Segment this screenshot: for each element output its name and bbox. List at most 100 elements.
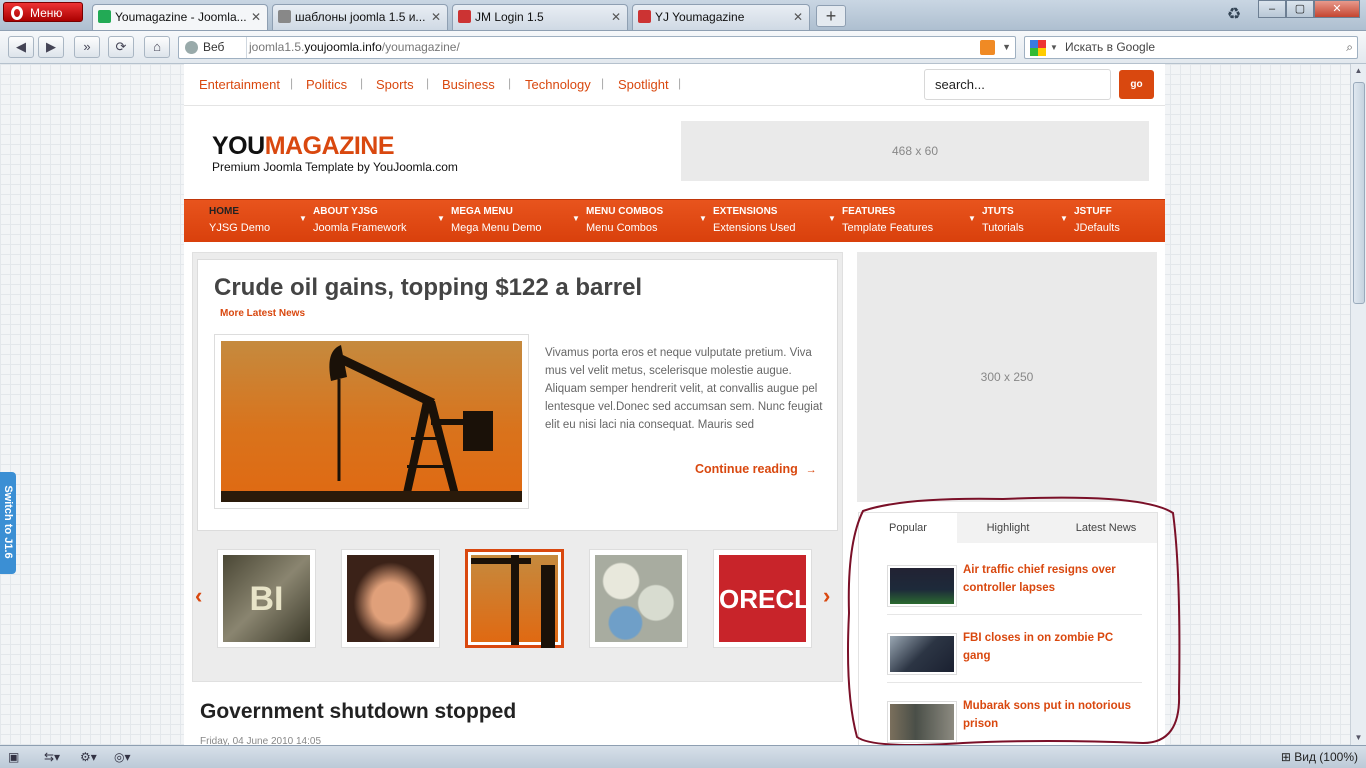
sync-icon[interactable]: ⇆▾ bbox=[44, 749, 60, 765]
tabs-header: Popular Highlight Latest News bbox=[859, 513, 1157, 543]
tab-title: Youmagazine - Joomla... bbox=[115, 10, 247, 24]
tab-title: YJ Youmagazine bbox=[655, 10, 745, 24]
dropdown-arrow-icon: ▼ bbox=[699, 214, 707, 223]
toplink-sports[interactable]: Sports bbox=[376, 77, 414, 92]
dropdown-arrow-icon: ▼ bbox=[1060, 214, 1068, 223]
zoom-level[interactable]: ⊞ Вид (100%) bbox=[1281, 749, 1358, 765]
tab-latest-news[interactable]: Latest News bbox=[1057, 513, 1155, 543]
banner-ad-468[interactable]: 468 x 60 bbox=[681, 121, 1149, 181]
continue-reading-link[interactable]: Continue reading → bbox=[695, 462, 817, 476]
tab-popular[interactable]: Popular bbox=[859, 513, 957, 543]
forward-button[interactable]: ▶ bbox=[38, 36, 64, 58]
opera-menu-button[interactable]: Меню bbox=[3, 2, 83, 22]
arrow-right-icon: → bbox=[805, 464, 817, 476]
site-search-input[interactable]: search... bbox=[924, 69, 1111, 100]
browser-tab-bar: Меню Youmagazine - Joomla... ✕ шаблоны j… bbox=[0, 0, 1366, 31]
search-placeholder: Искать в Google bbox=[1065, 40, 1156, 54]
new-tab-button[interactable]: + bbox=[816, 5, 846, 27]
back-button[interactable]: ◀ bbox=[8, 36, 34, 58]
slider-thumb-oil[interactable] bbox=[465, 549, 564, 648]
panel-toggle-icon[interactable]: ▣ bbox=[8, 749, 19, 765]
slider-thumb-fbi[interactable]: BI bbox=[217, 549, 316, 648]
close-tab-icon[interactable]: ✕ bbox=[251, 5, 261, 29]
featured-category[interactable]: More Latest News bbox=[220, 308, 305, 319]
browser-tab-3[interactable]: JM Login 1.5 ✕ bbox=[452, 4, 628, 30]
page-viewport: Entertainment | Politics | Sports | Busi… bbox=[0, 64, 1350, 745]
status-bar: ▣ ⇆▾ ⚙▾ ◎▾ ⊞ Вид (100%) bbox=[0, 745, 1366, 768]
browser-tab-4[interactable]: YJ Youmagazine ✕ bbox=[632, 4, 810, 30]
slider-thumb-pills[interactable] bbox=[589, 549, 688, 648]
toplink-spotlight[interactable]: Spotlight bbox=[618, 77, 669, 92]
toplink-entertainment[interactable]: Entertainment bbox=[199, 77, 280, 92]
featured-slider: Crude oil gains, topping $122 a barrel M… bbox=[192, 252, 843, 682]
tab-title: шаблоны joomla 1.5 и... bbox=[295, 10, 426, 24]
close-tab-icon[interactable]: ✕ bbox=[431, 5, 441, 29]
tab-title: JM Login 1.5 bbox=[475, 10, 544, 24]
news-title[interactable]: Air traffic chief resigns over controlle… bbox=[963, 561, 1141, 597]
dropdown-arrow-icon: ▼ bbox=[299, 214, 307, 223]
oil-pump-illustration bbox=[221, 345, 522, 502]
browser-tab-1[interactable]: Youmagazine - Joomla... ✕ bbox=[92, 4, 268, 30]
scroll-thumb[interactable] bbox=[1353, 82, 1365, 304]
slider-prev-icon[interactable]: ‹ bbox=[195, 583, 202, 609]
search-go-button[interactable]: go bbox=[1119, 70, 1154, 99]
trash-icon[interactable]: ♻ bbox=[1224, 4, 1244, 26]
site-tagline: Premium Joomla Template by YouJoomla.com bbox=[212, 160, 458, 174]
page-favicon-icon bbox=[458, 10, 471, 23]
chevron-down-icon[interactable]: ▼ bbox=[1002, 37, 1011, 58]
slider-thumb-foreclosure[interactable]: ORECLO bbox=[713, 549, 812, 648]
home-button[interactable]: ⌂ bbox=[144, 36, 170, 58]
turbo-icon[interactable]: ◎▾ bbox=[114, 749, 131, 765]
popular-item[interactable]: Mubarak sons put in notorious prison bbox=[887, 693, 1142, 745]
slider-next-icon[interactable]: › bbox=[823, 583, 830, 609]
switch-version-tab[interactable]: Switch to J1.6 bbox=[0, 472, 16, 574]
featured-title[interactable]: Crude oil gains, topping $122 a barrel bbox=[214, 274, 642, 302]
site-logo[interactable]: YOUMAGAZINE bbox=[212, 132, 395, 161]
chevron-down-icon[interactable]: ▼ bbox=[1050, 37, 1058, 58]
article-date: Friday, 04 June 2010 14:05 bbox=[200, 736, 322, 745]
slider-thumb-woman[interactable] bbox=[341, 549, 440, 648]
browser-nav-bar: ◀ ▶ » ⟳ ⌂ Веб joomla1.5.youjoomla.info/y… bbox=[0, 31, 1366, 64]
globe-icon bbox=[185, 41, 198, 54]
page-favicon-icon bbox=[638, 10, 651, 23]
news-title[interactable]: Mubarak sons put in notorious prison bbox=[963, 697, 1141, 733]
web-badge: Веб bbox=[183, 37, 247, 58]
fast-forward-button[interactable]: » bbox=[74, 36, 100, 58]
dropdown-arrow-icon: ▼ bbox=[437, 214, 445, 223]
url-text: joomla1.5.youjoomla.info/youmagazine/ bbox=[249, 40, 460, 54]
rss-icon[interactable] bbox=[980, 40, 995, 55]
opera-logo-icon bbox=[11, 6, 23, 20]
page-favicon-icon bbox=[278, 10, 291, 23]
top-navigation: Entertainment | Politics | Sports | Busi… bbox=[184, 64, 1165, 106]
browser-search-field[interactable]: ▼ Искать в Google ⌕ bbox=[1024, 36, 1358, 59]
reload-button[interactable]: ⟳ bbox=[108, 36, 134, 58]
tab-highlight[interactable]: Highlight bbox=[959, 513, 1057, 543]
featured-excerpt: Vivamus porta eros et neque vulputate pr… bbox=[545, 347, 823, 431]
banner-ad-300[interactable]: 300 x 250 bbox=[857, 252, 1157, 502]
zoom-icon: ⊞ bbox=[1280, 750, 1295, 764]
featured-image[interactable] bbox=[214, 334, 529, 509]
close-tab-icon[interactable]: ✕ bbox=[611, 5, 621, 29]
google-icon bbox=[1030, 40, 1046, 56]
browser-tab-2[interactable]: шаблоны joomla 1.5 и... ✕ bbox=[272, 4, 448, 30]
popular-item[interactable]: FBI closes in on zombie PC gang bbox=[887, 625, 1142, 683]
close-window-button[interactable]: ✕ bbox=[1314, 0, 1360, 18]
news-thumbnail bbox=[887, 701, 957, 743]
article-title[interactable]: Government shutdown stopped bbox=[200, 700, 516, 724]
scroll-up-icon[interactable]: ▲ bbox=[1352, 64, 1365, 78]
minimize-button[interactable]: – bbox=[1258, 0, 1286, 18]
address-bar[interactable]: Веб joomla1.5.youjoomla.info/youmagazine… bbox=[178, 36, 1016, 59]
toplink-technology[interactable]: Technology bbox=[525, 77, 591, 92]
toplink-politics[interactable]: Politics bbox=[306, 77, 347, 92]
vertical-scrollbar[interactable]: ▲ ▼ bbox=[1350, 64, 1366, 745]
scroll-down-icon[interactable]: ▼ bbox=[1352, 731, 1365, 745]
news-title[interactable]: FBI closes in on zombie PC gang bbox=[963, 629, 1141, 665]
unite-icon[interactable]: ⚙▾ bbox=[80, 749, 97, 765]
toplink-business[interactable]: Business bbox=[442, 77, 495, 92]
popular-item[interactable]: Air traffic chief resigns over controlle… bbox=[887, 557, 1142, 615]
maximize-button[interactable]: ▢ bbox=[1286, 0, 1314, 18]
news-tabs-module: Popular Highlight Latest News Air traffi… bbox=[858, 512, 1158, 745]
close-tab-icon[interactable]: ✕ bbox=[793, 5, 803, 29]
search-icon[interactable]: ⌕ bbox=[1346, 37, 1353, 58]
featured-article: Crude oil gains, topping $122 a barrel M… bbox=[197, 259, 838, 531]
